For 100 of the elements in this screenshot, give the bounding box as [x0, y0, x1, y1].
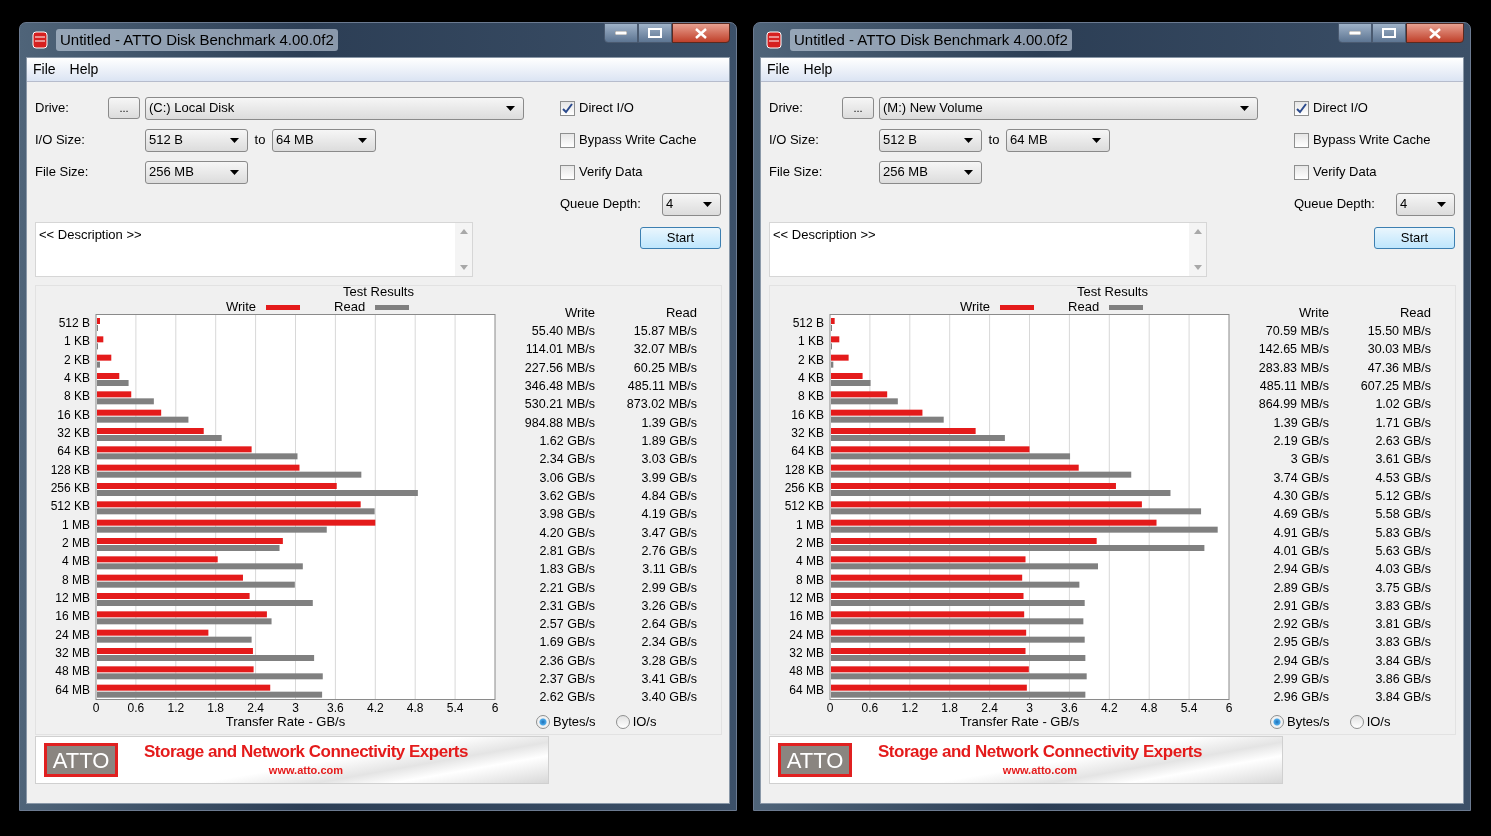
table-cell-text: 2.94 GB/s [1272, 654, 1329, 668]
start-button[interactable]: Start [640, 227, 721, 249]
scroll-up-icon[interactable] [1193, 229, 1202, 234]
browse-button[interactable]: ... [842, 97, 874, 119]
description-box[interactable]: << Description >> [769, 222, 1207, 277]
scrollbar[interactable] [1189, 223, 1206, 276]
table-cell-text: 3.47 GB/s [640, 526, 697, 539]
start-button[interactable]: Start [1374, 227, 1455, 249]
minimize-button[interactable] [1338, 23, 1372, 43]
panel-title: Test Results [1077, 284, 1148, 300]
menu-item[interactable]: Help [69, 59, 99, 80]
website-link[interactable]: www.atto.com [1002, 761, 1077, 779]
table-cell-text: 346.48 MB/s [523, 379, 595, 393]
dropdown[interactable]: 256 MB [879, 160, 982, 184]
radio-button[interactable] [615, 714, 630, 729]
dropdown[interactable]: (C:) Local Disk [145, 96, 524, 120]
dropdown[interactable]: 64 MB [272, 128, 376, 152]
table-cell-text: 3.41 GB/s [640, 673, 697, 686]
radio-label: IO/s [632, 712, 657, 731]
category-label: 256 KB [50, 481, 90, 495]
table-cell-text: 5.63 GB/s [1374, 544, 1431, 558]
website-link[interactable]: www.atto.com [268, 761, 343, 779]
table-cell-text: 1.89 GB/s [640, 434, 697, 448]
table-cell-text: 5.83 GB/s [1374, 526, 1431, 539]
dropdown[interactable]: 4 [662, 192, 721, 216]
close-button[interactable] [1406, 23, 1464, 43]
write-bar [831, 354, 849, 361]
logo: ATTO [44, 743, 118, 777]
table-cell-text: 3.99 GB/s [640, 471, 697, 485]
scroll-up-icon[interactable] [459, 229, 468, 234]
axis-tick-label: 3 [1026, 701, 1033, 715]
table-cell-text: 2.95 GB/s [1272, 636, 1329, 649]
scroll-down-icon[interactable] [459, 265, 468, 270]
category-label: 8 MB [62, 572, 90, 587]
checkbox[interactable] [1294, 100, 1309, 116]
table-cell-text: 2.63 GB/s [1374, 434, 1431, 448]
read-bar [831, 380, 871, 386]
table-cell-text: 15.87 MB/s [632, 324, 697, 338]
table-cell-text: 3.40 GB/s [640, 691, 697, 704]
dropdown[interactable]: 512 B [879, 128, 982, 152]
category-label: 12 MB [55, 591, 90, 605]
menu-item[interactable]: Help [803, 59, 833, 80]
category-label: 24 MB [789, 627, 824, 642]
table-cell-text: 15.50 MB/s [1366, 324, 1431, 338]
category-label: 512 B [58, 316, 90, 330]
dropdown[interactable]: 512 B [145, 128, 248, 152]
tagline: Storage and Network Connectivity Experts [878, 741, 1202, 762]
maximize-button[interactable] [1372, 23, 1406, 43]
checkbox[interactable] [560, 164, 575, 180]
checkbox[interactable] [560, 132, 575, 148]
table-cell-text: 2.19 GB/s [1272, 434, 1329, 448]
table-cell-text: 3.06 GB/s [538, 471, 595, 485]
browse-button[interactable]: ... [108, 97, 140, 119]
close-button[interactable] [672, 23, 730, 43]
scroll-down-icon[interactable] [1193, 265, 1202, 270]
scrollbar[interactable] [455, 223, 472, 276]
axis-tick-label: 3.6 [327, 701, 344, 715]
table-cell-text: 485.11 MB/s [626, 379, 697, 393]
category-label: 32 KB [791, 426, 824, 440]
write-bar [97, 391, 132, 398]
radio-label: Bytes/s [553, 712, 596, 731]
legend-label: Read [334, 298, 366, 317]
radio-button[interactable] [1270, 714, 1284, 729]
description-text: << Description >> [772, 226, 877, 244]
caret-icon [506, 105, 515, 111]
axis-tick-label: 3 [292, 701, 299, 715]
table-cell-text: 485.11 MB/s [1258, 379, 1329, 393]
caret-icon [1092, 137, 1101, 143]
axis-tick-label: 4.8 [1140, 701, 1158, 715]
maximize-button[interactable] [638, 23, 672, 43]
field-label: Drive: [769, 99, 804, 118]
table-cell-text: 60.25 MB/s [632, 361, 697, 375]
description-box[interactable]: << Description >> [35, 222, 473, 277]
dropdown[interactable]: (M:) New Volume [879, 96, 1258, 120]
menu-item[interactable]: File [767, 59, 790, 80]
checkbox[interactable] [560, 100, 575, 116]
field-label: File Size: [769, 163, 824, 182]
table-cell-text: 4.84 GB/s [640, 489, 697, 503]
menu-item[interactable]: File [33, 59, 56, 80]
checkbox[interactable] [1294, 164, 1309, 180]
table-cell-text: 1.02 GB/s [1374, 398, 1431, 411]
axis-tick-label: 2.4 [247, 701, 264, 715]
radio-button[interactable] [536, 714, 550, 729]
radio-button[interactable] [1349, 714, 1364, 729]
description-text: << Description >> [38, 226, 143, 244]
dropdown[interactable]: 4 [1396, 192, 1455, 216]
table-cell-text: 1.83 GB/s [538, 563, 595, 576]
close-icon [1429, 27, 1441, 39]
read-bar [97, 361, 100, 368]
table-cell-text: 4.91 GB/s [1272, 526, 1329, 539]
table-cell-text: 1.71 GB/s [1374, 416, 1431, 430]
write-bar [831, 336, 840, 343]
table-cell-text: 2.64 GB/s [640, 618, 697, 631]
caret-icon [964, 137, 973, 143]
table-cell-text: 2.31 GB/s [538, 599, 595, 613]
minimize-button[interactable] [604, 23, 638, 43]
range-separator: to [253, 131, 267, 150]
dropdown[interactable]: 256 MB [145, 160, 248, 184]
checkbox[interactable] [1294, 132, 1309, 148]
dropdown[interactable]: 64 MB [1006, 128, 1110, 152]
